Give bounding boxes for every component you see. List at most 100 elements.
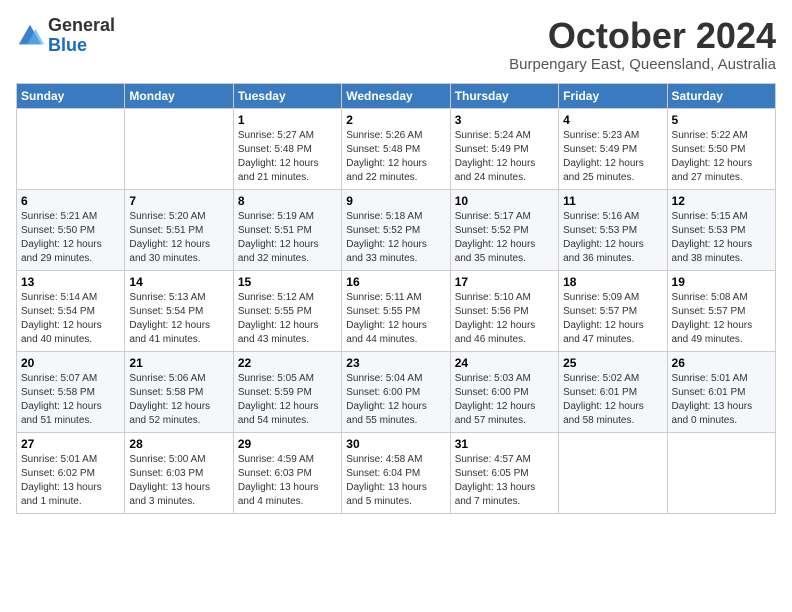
day-info: Sunrise: 5:22 AM Sunset: 5:50 PM Dayligh… <box>672 129 771 185</box>
day-info: Sunrise: 5:17 AM Sunset: 5:52 PM Dayligh… <box>455 210 554 266</box>
day-number: 10 <box>455 194 554 208</box>
day-info: Sunrise: 5:16 AM Sunset: 5:53 PM Dayligh… <box>563 210 662 266</box>
day-info: Sunrise: 5:11 AM Sunset: 5:55 PM Dayligh… <box>346 291 445 347</box>
calendar-cell <box>667 432 775 513</box>
day-number: 12 <box>672 194 771 208</box>
calendar-cell: 14 Sunrise: 5:13 AM Sunset: 5:54 PM Dayli… <box>125 270 233 351</box>
page-header: General Blue October 2024 Burpengary Eas… <box>16 16 776 73</box>
calendar-week-5: 27 Sunrise: 5:01 AM Sunset: 6:02 PM Dayli… <box>17 432 776 513</box>
day-number: 27 <box>21 437 120 451</box>
day-info: Sunrise: 5:09 AM Sunset: 5:57 PM Dayligh… <box>563 291 662 347</box>
calendar-cell: 26Sunrise: 5:01 AM Sunset: 6:01 PM Dayli… <box>667 351 775 432</box>
day-number: 17 <box>455 275 554 289</box>
day-info: Sunrise: 5:23 AM Sunset: 5:49 PM Dayligh… <box>563 129 662 185</box>
day-number: 4 <box>563 113 662 127</box>
day-info: Sunrise: 4:57 AM Sunset: 6:05 PM Dayligh… <box>455 453 554 509</box>
calendar-cell: 12 Sunrise: 5:15 AM Sunset: 5:53 PM Dayli… <box>667 189 775 270</box>
calendar-cell: 5 Sunrise: 5:22 AM Sunset: 5:50 PM Daylig… <box>667 108 775 189</box>
day-info: Sunrise: 5:05 AM Sunset: 5:59 PM Dayligh… <box>238 372 337 428</box>
calendar-cell: 20 Sunrise: 5:07 AM Sunset: 5:58 PM Dayli… <box>17 351 125 432</box>
day-info: Sunrise: 5:24 AM Sunset: 5:49 PM Dayligh… <box>455 129 554 185</box>
day-number: 28 <box>129 437 228 451</box>
day-info: Sunrise: 4:59 AM Sunset: 6:03 PM Dayligh… <box>238 453 337 509</box>
day-number: 23 <box>346 356 445 370</box>
header-day-sunday: Sunday <box>17 83 125 108</box>
day-info: Sunrise: 5:10 AM Sunset: 5:56 PM Dayligh… <box>455 291 554 347</box>
day-number: 5 <box>672 113 771 127</box>
header-day-saturday: Saturday <box>667 83 775 108</box>
day-number: 25 <box>563 356 662 370</box>
day-number: 15 <box>238 275 337 289</box>
day-info: Sunrise: 5:08 AM Sunset: 5:57 PM Dayligh… <box>672 291 771 347</box>
day-info: Sunrise: 5:15 AM Sunset: 5:53 PM Dayligh… <box>672 210 771 266</box>
day-number: 30 <box>346 437 445 451</box>
header-day-wednesday: Wednesday <box>342 83 450 108</box>
calendar-cell: 22Sunrise: 5:05 AM Sunset: 5:59 PM Dayli… <box>233 351 341 432</box>
day-info: Sunrise: 5:07 AM Sunset: 5:58 PM Dayligh… <box>21 372 120 428</box>
day-info: Sunrise: 4:58 AM Sunset: 6:04 PM Dayligh… <box>346 453 445 509</box>
day-info: Sunrise: 5:13 AM Sunset: 5:54 PM Dayligh… <box>129 291 228 347</box>
logo: General Blue <box>16 16 115 56</box>
calendar-week-2: 6 Sunrise: 5:21 AM Sunset: 5:50 PM Daylig… <box>17 189 776 270</box>
day-number: 13 <box>21 275 120 289</box>
day-info: Sunrise: 5:02 AM Sunset: 6:01 PM Dayligh… <box>563 372 662 428</box>
calendar-cell: 11Sunrise: 5:16 AM Sunset: 5:53 PM Dayli… <box>559 189 667 270</box>
calendar-cell: 10 Sunrise: 5:17 AM Sunset: 5:52 PM Dayli… <box>450 189 558 270</box>
header-day-thursday: Thursday <box>450 83 558 108</box>
day-info: Sunrise: 5:04 AM Sunset: 6:00 PM Dayligh… <box>346 372 445 428</box>
logo-icon <box>16 22 44 50</box>
calendar-cell: 17 Sunrise: 5:10 AM Sunset: 5:56 PM Dayli… <box>450 270 558 351</box>
calendar-cell: 6 Sunrise: 5:21 AM Sunset: 5:50 PM Daylig… <box>17 189 125 270</box>
day-info: Sunrise: 5:27 AM Sunset: 5:48 PM Dayligh… <box>238 129 337 185</box>
header-day-monday: Monday <box>125 83 233 108</box>
day-number: 2 <box>346 113 445 127</box>
calendar-week-4: 20 Sunrise: 5:07 AM Sunset: 5:58 PM Dayli… <box>17 351 776 432</box>
calendar-body: 1 Sunrise: 5:27 AM Sunset: 5:48 PM Daylig… <box>17 108 776 513</box>
title-block: October 2024 Burpengary East, Queensland… <box>509 16 776 73</box>
calendar-cell: 13Sunrise: 5:14 AM Sunset: 5:54 PM Dayli… <box>17 270 125 351</box>
calendar-cell: 16 Sunrise: 5:11 AM Sunset: 5:55 PM Dayli… <box>342 270 450 351</box>
day-info: Sunrise: 5:00 AM Sunset: 6:03 PM Dayligh… <box>129 453 228 509</box>
calendar-cell: 19 Sunrise: 5:08 AM Sunset: 5:57 PM Dayli… <box>667 270 775 351</box>
logo-blue-text: Blue <box>48 35 87 55</box>
calendar-cell: 3Sunrise: 5:24 AM Sunset: 5:49 PM Daylig… <box>450 108 558 189</box>
day-number: 21 <box>129 356 228 370</box>
day-number: 6 <box>21 194 120 208</box>
calendar-cell: 30 Sunrise: 4:58 AM Sunset: 6:04 PM Dayli… <box>342 432 450 513</box>
calendar-cell <box>17 108 125 189</box>
calendar-cell: 1 Sunrise: 5:27 AM Sunset: 5:48 PM Daylig… <box>233 108 341 189</box>
calendar-cell: 24 Sunrise: 5:03 AM Sunset: 6:00 PM Dayli… <box>450 351 558 432</box>
day-number: 7 <box>129 194 228 208</box>
day-number: 16 <box>346 275 445 289</box>
calendar-cell: 21Sunrise: 5:06 AM Sunset: 5:58 PM Dayli… <box>125 351 233 432</box>
day-number: 20 <box>21 356 120 370</box>
calendar-table: SundayMondayTuesdayWednesdayThursdayFrid… <box>16 83 776 514</box>
day-number: 1 <box>238 113 337 127</box>
location-subtitle: Burpengary East, Queensland, Australia <box>509 56 776 73</box>
day-info: Sunrise: 5:03 AM Sunset: 6:00 PM Dayligh… <box>455 372 554 428</box>
day-number: 31 <box>455 437 554 451</box>
month-title: October 2024 <box>509 16 776 56</box>
day-number: 24 <box>455 356 554 370</box>
calendar-cell: 7Sunrise: 5:20 AM Sunset: 5:51 PM Daylig… <box>125 189 233 270</box>
day-info: Sunrise: 5:26 AM Sunset: 5:48 PM Dayligh… <box>346 129 445 185</box>
logo-text: General Blue <box>48 16 115 56</box>
day-info: Sunrise: 5:01 AM Sunset: 6:01 PM Dayligh… <box>672 372 771 428</box>
logo-general-text: General <box>48 15 115 35</box>
day-number: 14 <box>129 275 228 289</box>
calendar-header: SundayMondayTuesdayWednesdayThursdayFrid… <box>17 83 776 108</box>
calendar-cell: 15Sunrise: 5:12 AM Sunset: 5:55 PM Dayli… <box>233 270 341 351</box>
calendar-cell: 18Sunrise: 5:09 AM Sunset: 5:57 PM Dayli… <box>559 270 667 351</box>
day-number: 8 <box>238 194 337 208</box>
day-number: 9 <box>346 194 445 208</box>
calendar-week-3: 13Sunrise: 5:14 AM Sunset: 5:54 PM Dayli… <box>17 270 776 351</box>
calendar-cell: 8 Sunrise: 5:19 AM Sunset: 5:51 PM Daylig… <box>233 189 341 270</box>
day-info: Sunrise: 5:21 AM Sunset: 5:50 PM Dayligh… <box>21 210 120 266</box>
calendar-cell: 31 Sunrise: 4:57 AM Sunset: 6:05 PM Dayli… <box>450 432 558 513</box>
calendar-cell <box>559 432 667 513</box>
day-info: Sunrise: 5:01 AM Sunset: 6:02 PM Dayligh… <box>21 453 120 509</box>
day-info: Sunrise: 5:19 AM Sunset: 5:51 PM Dayligh… <box>238 210 337 266</box>
calendar-cell: 25 Sunrise: 5:02 AM Sunset: 6:01 PM Dayli… <box>559 351 667 432</box>
day-info: Sunrise: 5:18 AM Sunset: 5:52 PM Dayligh… <box>346 210 445 266</box>
day-number: 19 <box>672 275 771 289</box>
